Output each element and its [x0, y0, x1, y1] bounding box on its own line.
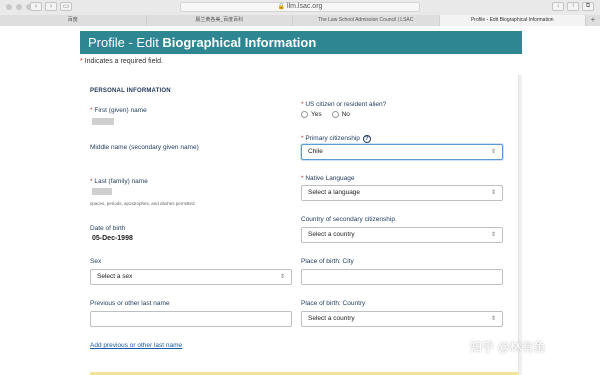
forward-icon[interactable]: › [45, 2, 57, 11]
required-note: * Indicates a required field. [80, 58, 163, 65]
chevron-updown-icon: ⇕ [490, 316, 496, 322]
other-last-name-label: Previous or other last name [90, 300, 170, 307]
us-citizen-label-text: US citizen or resident alien? [305, 101, 387, 108]
dob-label: Date of birth [90, 225, 126, 232]
birth-country-value: Select a country [308, 315, 355, 322]
chevron-updown-icon: ⇕ [490, 232, 496, 238]
last-name-label: * Last (family) name [90, 178, 148, 185]
watermark: 知乎 @林有鱼 [470, 340, 546, 354]
birth-city-input[interactable] [301, 269, 503, 285]
other-last-name-input[interactable] [90, 311, 292, 327]
sex-select-value: Select a sex [97, 273, 133, 280]
us-citizen-radio-group: Yes No [301, 111, 350, 118]
secondary-citizenship-label: Country of secondary citizenship [301, 216, 395, 223]
url-text: llm.lsac.org [287, 3, 323, 10]
chevron-updown-icon: ⇕ [490, 190, 496, 196]
help-icon[interactable]: ? [362, 135, 371, 143]
browser-tab-active[interactable]: Profile - Edit Biographical Information [439, 15, 586, 26]
redacted-last-name [92, 188, 112, 195]
required-note-text: Indicates a required field. [84, 58, 163, 65]
native-language-label-text: Native Language [305, 175, 355, 182]
dob-value: 05-Dec-1998 [92, 235, 133, 242]
browser-chrome: ‹ › ▭ 🔒 llm.lsac.org ↓ ↑ ⧉ 百度 晨兰黄各美_百度百科 … [0, 0, 600, 26]
radio-circle-icon[interactable] [331, 111, 339, 118]
required-marker: * [90, 178, 93, 185]
native-language-select[interactable]: Select a language ⇕ [301, 185, 503, 201]
native-language-value: Select a language [308, 189, 361, 196]
sex-label: Sex [90, 258, 102, 265]
browser-actions: ↓ ↑ ⧉ [552, 2, 594, 11]
redacted-first-name [92, 118, 114, 125]
form-card-scroll-edge [518, 75, 522, 375]
page-title-prefix: Profile - Edit [88, 35, 163, 50]
birth-country-label: Place of birth: Country [301, 300, 366, 307]
secondary-citizenship-select[interactable]: Select a country ⇕ [301, 227, 503, 243]
window-controls[interactable] [6, 4, 32, 10]
sex-select[interactable]: Select a sex ⇕ [90, 269, 292, 285]
radio-no-label: No [341, 111, 350, 119]
required-marker: * [90, 107, 93, 114]
middle-name-label: Middle name (secondary given name) [90, 144, 199, 151]
primary-citizenship-select[interactable]: Chile ⇕ [301, 144, 503, 160]
us-citizen-label: * US citizen or resident alien? [301, 101, 386, 108]
close-window-icon[interactable] [6, 4, 12, 10]
browser-tab[interactable]: The Law School Admission Council | LSAC [293, 15, 440, 26]
download-icon[interactable]: ↓ [552, 2, 564, 11]
chevron-updown-icon: ⇕ [490, 149, 496, 155]
birth-country-select[interactable]: Select a country ⇕ [301, 311, 503, 327]
page-title-bold: Biographical Information [162, 35, 317, 50]
required-marker: * [301, 135, 304, 142]
first-name-label: * First (given) name [90, 107, 147, 114]
primary-citizenship-label-text: Primary citizenship [305, 135, 360, 142]
sidebar-icon[interactable]: ▭ [60, 2, 72, 11]
tabs-overview-icon[interactable]: ⧉ [582, 2, 594, 11]
new-tab-icon[interactable]: + [586, 15, 600, 26]
last-name-label-text: Last (family) name [94, 178, 148, 185]
add-other-last-name-link[interactable]: Add previous or other last name [90, 342, 182, 349]
share-icon[interactable]: ↑ [567, 2, 579, 11]
browser-tab[interactable]: 百度 [0, 15, 147, 26]
browser-toolbar: ‹ › ▭ 🔒 llm.lsac.org ↓ ↑ ⧉ [0, 0, 600, 14]
lock-icon: 🔒 [277, 4, 286, 10]
radio-circle-icon[interactable] [301, 111, 308, 118]
radio-yes-label: Yes [311, 111, 322, 119]
chevron-updown-icon: ⇕ [279, 274, 285, 280]
primary-citizenship-value: Chile [308, 148, 323, 155]
address-bar[interactable]: 🔒 llm.lsac.org [180, 2, 420, 12]
section-title: PERSONAL INFORMATION [90, 88, 171, 94]
page-title: Profile - Edit Biographical Information [80, 31, 522, 54]
primary-citizenship-label: * Primary citizenship? [301, 135, 371, 143]
birth-city-label: Place of birth: City [301, 258, 354, 265]
first-name-label-text: First (given) name [94, 107, 147, 114]
browser-nav: ‹ › ▭ [30, 2, 72, 11]
last-name-hint: spaces, periods, apostrophes, and dashes… [90, 201, 195, 206]
radio-no[interactable]: No [331, 111, 350, 119]
required-marker: * [80, 58, 83, 65]
back-icon[interactable]: ‹ [30, 2, 42, 11]
native-language-label: * Native Language [301, 175, 355, 182]
tab-strip: 百度 晨兰黄各美_百度百科 The Law School Admission C… [0, 15, 600, 26]
minimize-window-icon[interactable] [16, 4, 22, 10]
required-marker: * [301, 175, 304, 182]
form-card [80, 75, 518, 375]
browser-tab[interactable]: 晨兰黄各美_百度百科 [146, 15, 293, 26]
page-header: Profile - Edit Biographical Information [80, 31, 522, 54]
secondary-citizenship-value: Select a country [308, 231, 355, 238]
radio-yes[interactable]: Yes [301, 111, 322, 118]
required-marker: * [301, 101, 304, 108]
